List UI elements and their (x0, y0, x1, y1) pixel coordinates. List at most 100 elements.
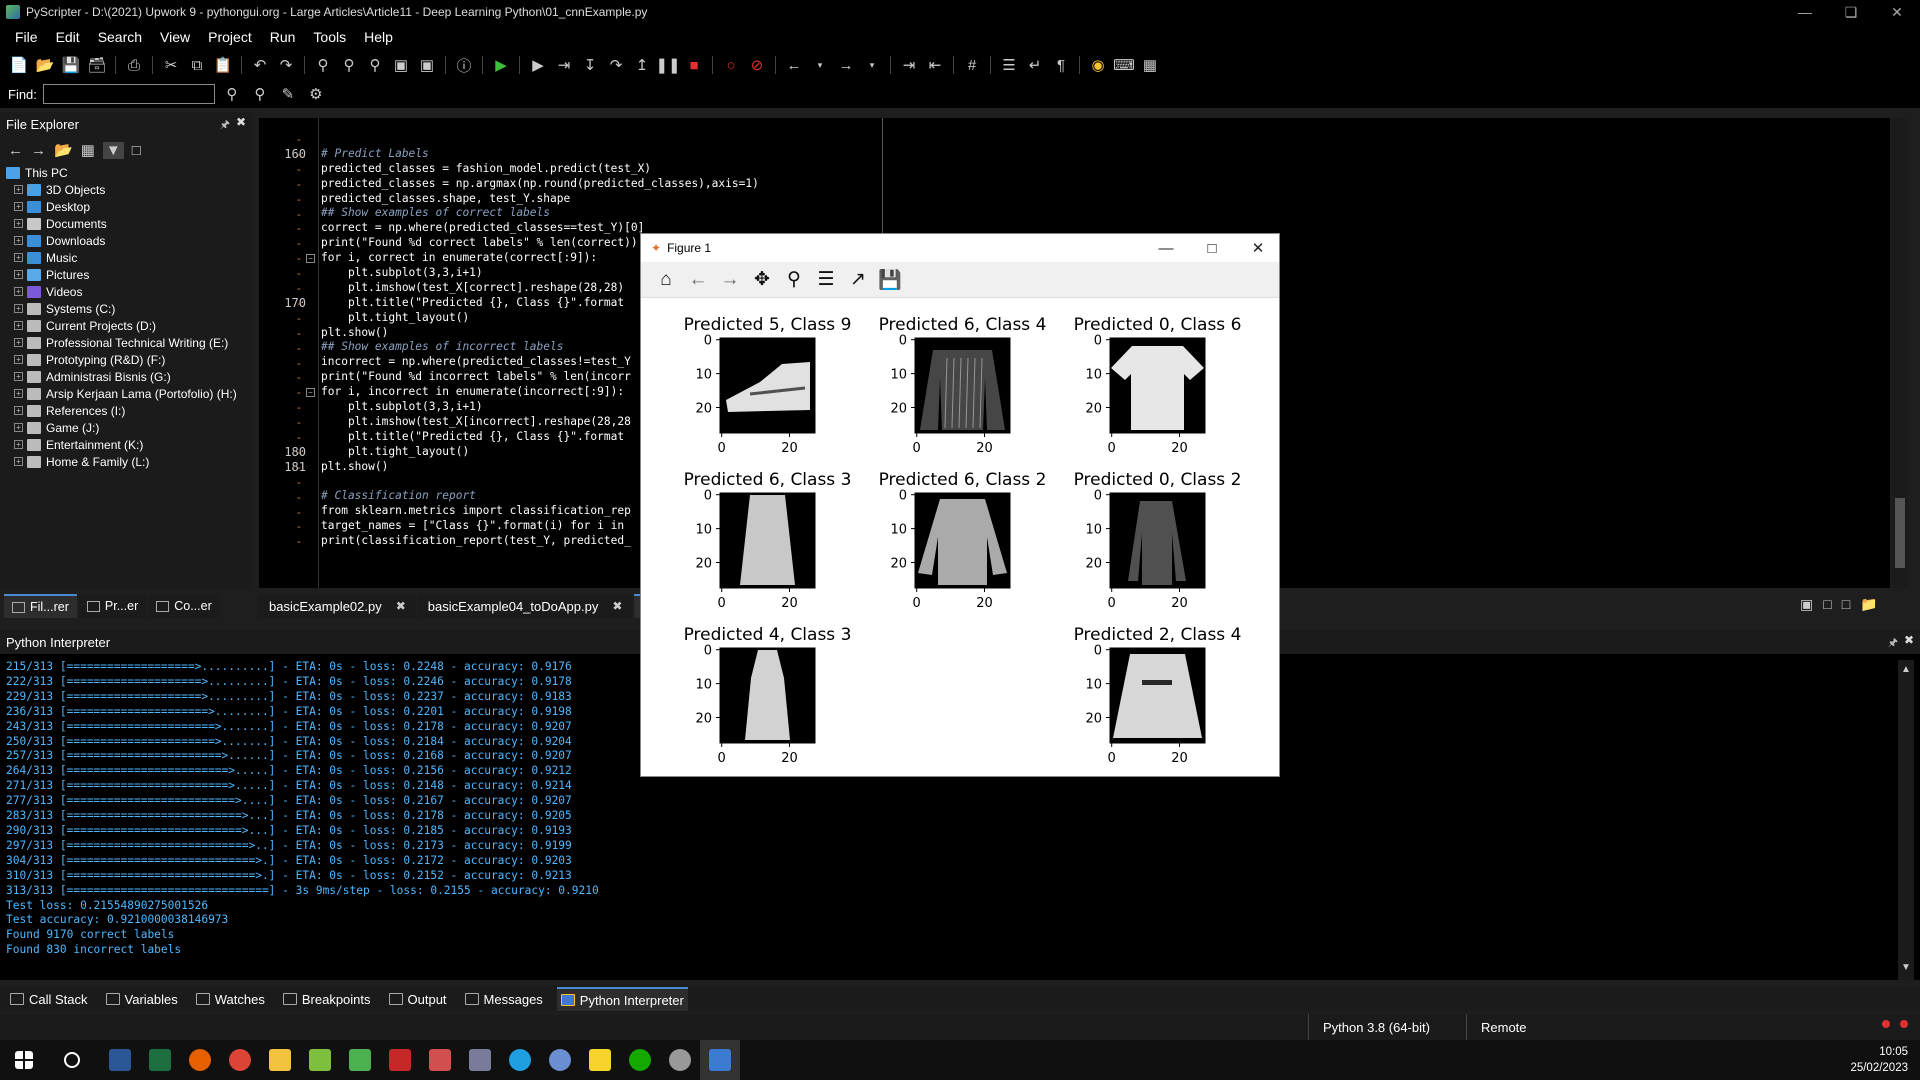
expand-icon[interactable]: + (14, 270, 23, 279)
menu-help[interactable]: Help (355, 29, 402, 45)
menu-file[interactable]: File (6, 29, 47, 45)
find-next-icon[interactable]: ⚲ (221, 83, 243, 105)
tree-item[interactable]: This PC (4, 164, 252, 181)
code-line[interactable]: predicted_classes = fashion_model.predic… (321, 162, 759, 177)
paste-icon[interactable]: 📋 (212, 54, 234, 76)
interpreter-output[interactable]: 215/313 [===================>..........]… (6, 660, 599, 958)
filter-icon[interactable]: ▼ (102, 141, 124, 159)
close-tab-icon[interactable]: ✖ (396, 599, 406, 613)
bottom-tab-output[interactable]: Output (385, 987, 451, 1011)
dedent-icon[interactable]: ⇤ (924, 54, 946, 76)
scroll-down-icon[interactable]: ▼ (1901, 962, 1911, 973)
expand-icon[interactable]: + (14, 321, 23, 330)
save-icon[interactable]: 💾 (60, 54, 82, 76)
rad-studio-icon[interactable] (380, 1040, 420, 1080)
tree-item[interactable]: + Game (J:) (4, 419, 252, 436)
chrome-icon[interactable] (220, 1040, 260, 1080)
pyscripter-active-icon[interactable] (700, 1040, 740, 1080)
expand-icon[interactable]: + (14, 355, 23, 364)
pilcrow-icon[interactable]: ¶ (1050, 54, 1072, 76)
keyboard-icon[interactable]: ⌨ (1113, 54, 1135, 76)
copy-icon[interactable]: ⧉ (186, 54, 208, 76)
tree-item[interactable]: + Pictures (4, 266, 252, 283)
new-file-icon[interactable]: 📄 (8, 54, 30, 76)
expand-icon[interactable]: + (14, 457, 23, 466)
search-options-icon[interactable]: ⚙ (305, 83, 327, 105)
clear-breakpoints-icon[interactable]: ⊘ (746, 54, 768, 76)
find-input[interactable] (42, 84, 215, 104)
editor-tab[interactable]: basicExample04_toDoApp.py ✖ (417, 594, 633, 618)
step-over-icon[interactable]: ↷ (605, 54, 627, 76)
info-icon[interactable]: ⓘ (453, 54, 475, 76)
sticky-notes-icon[interactable] (580, 1040, 620, 1080)
replace-icon[interactable]: ⚲ (364, 54, 386, 76)
tree-item[interactable]: + Home & Family (L:) (4, 453, 252, 470)
bottom-tab-messages[interactable]: Messages (461, 987, 547, 1011)
interpreter-scrollbar[interactable]: ▲ ▼ (1898, 660, 1914, 980)
bottom-tab-python-interpreter[interactable]: Python Interpreter (556, 987, 688, 1011)
editor-scrollbar-thumb[interactable] (1895, 498, 1905, 568)
expand-icon[interactable]: + (14, 423, 23, 432)
run-icon[interactable]: ▶ (490, 54, 512, 76)
layout-icon[interactable]: ▦ (1139, 54, 1161, 76)
split-icon[interactable]: □ (1842, 596, 1850, 613)
tree-item[interactable]: + References (I:) (4, 402, 252, 419)
tree-item[interactable]: + Current Projects (D:) (4, 317, 252, 334)
print-icon[interactable]: ⎙ (123, 54, 145, 76)
back-icon[interactable]: ← (8, 142, 23, 159)
comment-icon[interactable]: # (961, 54, 983, 76)
indent-icon[interactable]: ⇥ (898, 54, 920, 76)
firefox-icon[interactable] (180, 1040, 220, 1080)
expand-icon[interactable]: + (14, 287, 23, 296)
search-icon[interactable] (52, 1040, 92, 1080)
menu-view[interactable]: View (151, 29, 199, 45)
editor-tab[interactable]: basicExample02.py ✖ (259, 594, 416, 618)
expand-icon[interactable]: + (14, 185, 23, 194)
run-to-cursor-icon[interactable]: ⇥ (553, 54, 575, 76)
word-icon[interactable] (100, 1040, 140, 1080)
find-icon[interactable]: ⚲ (312, 54, 334, 76)
menu-project[interactable]: Project (199, 29, 261, 45)
code-line[interactable] (321, 132, 759, 147)
editor-scrollbar[interactable] (1892, 118, 1908, 588)
wrap-icon[interactable]: ↵ (1024, 54, 1046, 76)
save-figure-icon[interactable]: 💾 (877, 267, 903, 293)
fold-icon[interactable]: − (306, 254, 315, 264)
expand-icon[interactable]: + (14, 372, 23, 381)
debug-icon[interactable]: ▶ (527, 54, 549, 76)
menu-edit[interactable]: Edit (47, 29, 89, 45)
settings-app-icon[interactable] (660, 1040, 700, 1080)
close-tab-icon[interactable]: ✖ (612, 599, 622, 613)
minimize-button[interactable]: — (1782, 0, 1828, 24)
python-icon[interactable]: ◉ (1087, 54, 1109, 76)
code-line[interactable]: predicted_classes.shape, test_Y.shape (321, 192, 759, 207)
new-folder-icon[interactable]: □ (132, 142, 141, 159)
left-tab[interactable]: Co...er (148, 594, 220, 618)
engine-mode-status[interactable]: Remote (1466, 1014, 1616, 1040)
find-prev-icon[interactable]: ⚲ (249, 83, 271, 105)
tree-item[interactable]: + Administrasi Bisnis (G:) (4, 368, 252, 385)
expand-icon[interactable]: + (14, 236, 23, 245)
pause-icon[interactable]: ❚❚ (655, 54, 680, 76)
expand-icon[interactable]: + (14, 406, 23, 415)
undo-icon[interactable]: ↶ (249, 54, 271, 76)
tree-item[interactable]: + Entertainment (K:) (4, 436, 252, 453)
figure-minimize-button[interactable]: — (1143, 234, 1189, 262)
tree-item[interactable]: + Desktop (4, 198, 252, 215)
menu-run[interactable]: Run (261, 29, 305, 45)
bottom-tab-breakpoints[interactable]: Breakpoints (279, 987, 375, 1011)
close-panel-icon[interactable]: ✖ (1904, 633, 1914, 647)
back-icon[interactable]: ← (685, 267, 711, 293)
menu-search[interactable]: Search (89, 29, 151, 45)
tree-item[interactable]: + Arsip Kerjaan Lama (Portofolio) (H:) (4, 385, 252, 402)
close-button[interactable]: ✕ (1874, 0, 1920, 24)
step-into-icon[interactable]: ↧ (579, 54, 601, 76)
scroll-up-icon[interactable]: ▲ (1901, 664, 1911, 675)
close-panel-icon[interactable]: ✖ (236, 115, 246, 129)
open-file-icon[interactable]: 📂 (34, 54, 56, 76)
expand-icon[interactable]: + (14, 338, 23, 347)
code-line[interactable]: # Predict Labels (321, 147, 759, 162)
left-tab[interactable]: Fil...rer (4, 594, 77, 618)
upwork-icon[interactable] (620, 1040, 660, 1080)
notepadpp-icon[interactable] (300, 1040, 340, 1080)
